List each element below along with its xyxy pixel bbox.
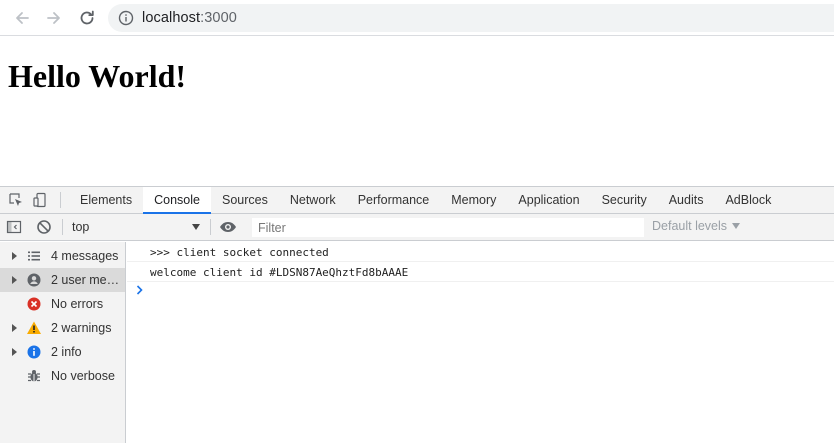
- expand-arrow-icon[interactable]: [12, 348, 17, 356]
- expand-arrow-icon[interactable]: [12, 252, 17, 260]
- tab-audits[interactable]: Audits: [658, 187, 715, 213]
- tab-adblock[interactable]: AdBlock: [714, 187, 782, 213]
- sidebar-item-error[interactable]: No errors: [0, 292, 125, 316]
- arrow-right-icon: [47, 12, 60, 24]
- toolbar-divider: [210, 219, 211, 235]
- log-levels-label: Default levels: [652, 219, 728, 233]
- clear-console-icon[interactable]: [36, 219, 52, 235]
- context-selector[interactable]: top: [66, 217, 206, 237]
- tab-sources[interactable]: Sources: [211, 187, 279, 213]
- warning-icon: [26, 320, 42, 336]
- tab-memory[interactable]: Memory: [440, 187, 507, 213]
- sidebar-item-label: No verbose: [51, 369, 115, 383]
- sidebar-item-label: 2 warnings: [51, 321, 112, 335]
- sidebar-item-label: 2 info: [51, 345, 82, 359]
- reload-icon: [80, 10, 94, 25]
- toolbar-divider: [62, 219, 63, 235]
- url-text: localhost:3000: [142, 10, 237, 26]
- forward-button[interactable]: [42, 6, 66, 30]
- toolbar-divider: [60, 192, 61, 208]
- devtools-tabs: Elements Console Sources Network Performance…: [69, 187, 782, 214]
- info-circle-icon[interactable]: [118, 10, 134, 26]
- arrow-left-icon: [16, 12, 29, 24]
- back-button[interactable]: [10, 6, 34, 30]
- info-icon: [26, 344, 42, 360]
- inspect-cursor-icon: [9, 193, 22, 206]
- context-label: top: [72, 220, 90, 234]
- list-icon: [26, 248, 42, 264]
- sidebar-item-user[interactable]: 2 user messages: [0, 268, 125, 292]
- dropdown-arrow-icon: [192, 224, 200, 230]
- address-bar[interactable]: localhost:3000: [108, 4, 834, 32]
- tab-performance[interactable]: Performance: [347, 187, 441, 213]
- tab-console[interactable]: Console: [143, 187, 211, 214]
- filter-input[interactable]: [252, 218, 644, 237]
- expand-arrow-icon[interactable]: [12, 324, 17, 332]
- console-message: welcome client id #LDSN87AeQhztFd8bAAAE: [127, 263, 834, 282]
- sidebar-item-list[interactable]: 4 messages: [0, 244, 125, 268]
- reload-button[interactable]: [75, 6, 99, 30]
- sidebar-item-warning[interactable]: 2 warnings: [0, 316, 125, 340]
- tab-application[interactable]: Application: [507, 187, 590, 213]
- page-content: Hello World!: [0, 37, 834, 186]
- console-toolbar: top Default levels: [0, 214, 834, 241]
- expand-arrow-icon[interactable]: [12, 276, 17, 284]
- bug-icon: [26, 368, 42, 384]
- tab-elements[interactable]: Elements: [69, 187, 143, 213]
- sidebar-item-label: No errors: [51, 297, 104, 311]
- console-prompt-icon: [136, 285, 143, 295]
- tab-network[interactable]: Network: [279, 187, 347, 213]
- sidebar-item-bug[interactable]: No verbose: [0, 364, 125, 388]
- url-port: :3000: [200, 10, 237, 26]
- url-host: localhost: [142, 10, 201, 26]
- eye-icon[interactable]: [219, 219, 237, 235]
- device-toolbar-button[interactable]: [28, 187, 52, 213]
- page-heading: Hello World!: [8, 58, 187, 94]
- dropdown-arrow-icon: [732, 223, 741, 229]
- devtools-tabbar: Elements Console Sources Network Performance…: [0, 187, 834, 214]
- browser-toolbar: localhost:3000: [0, 0, 834, 36]
- console-messages: >>> client socket connected welcome clien…: [127, 242, 834, 443]
- user-icon: [26, 272, 42, 288]
- error-icon: [26, 296, 42, 312]
- device-icon: [33, 192, 46, 208]
- console-message: >>> client socket connected: [127, 243, 834, 262]
- log-levels-dropdown[interactable]: Default levels: [652, 219, 741, 233]
- sidebar-toggle-icon[interactable]: [6, 219, 22, 235]
- console-sidebar: 4 messages 2 user messages No errors 2 warn…: [0, 242, 126, 443]
- devtools-panel: Elements Console Sources Network Performance…: [0, 186, 834, 443]
- tab-security[interactable]: Security: [591, 187, 658, 213]
- sidebar-item-info[interactable]: 2 info: [0, 340, 125, 364]
- sidebar-item-label: 2 user messages: [51, 273, 123, 287]
- inspect-element-button[interactable]: [4, 187, 28, 213]
- sidebar-item-label: 4 messages: [51, 249, 119, 263]
